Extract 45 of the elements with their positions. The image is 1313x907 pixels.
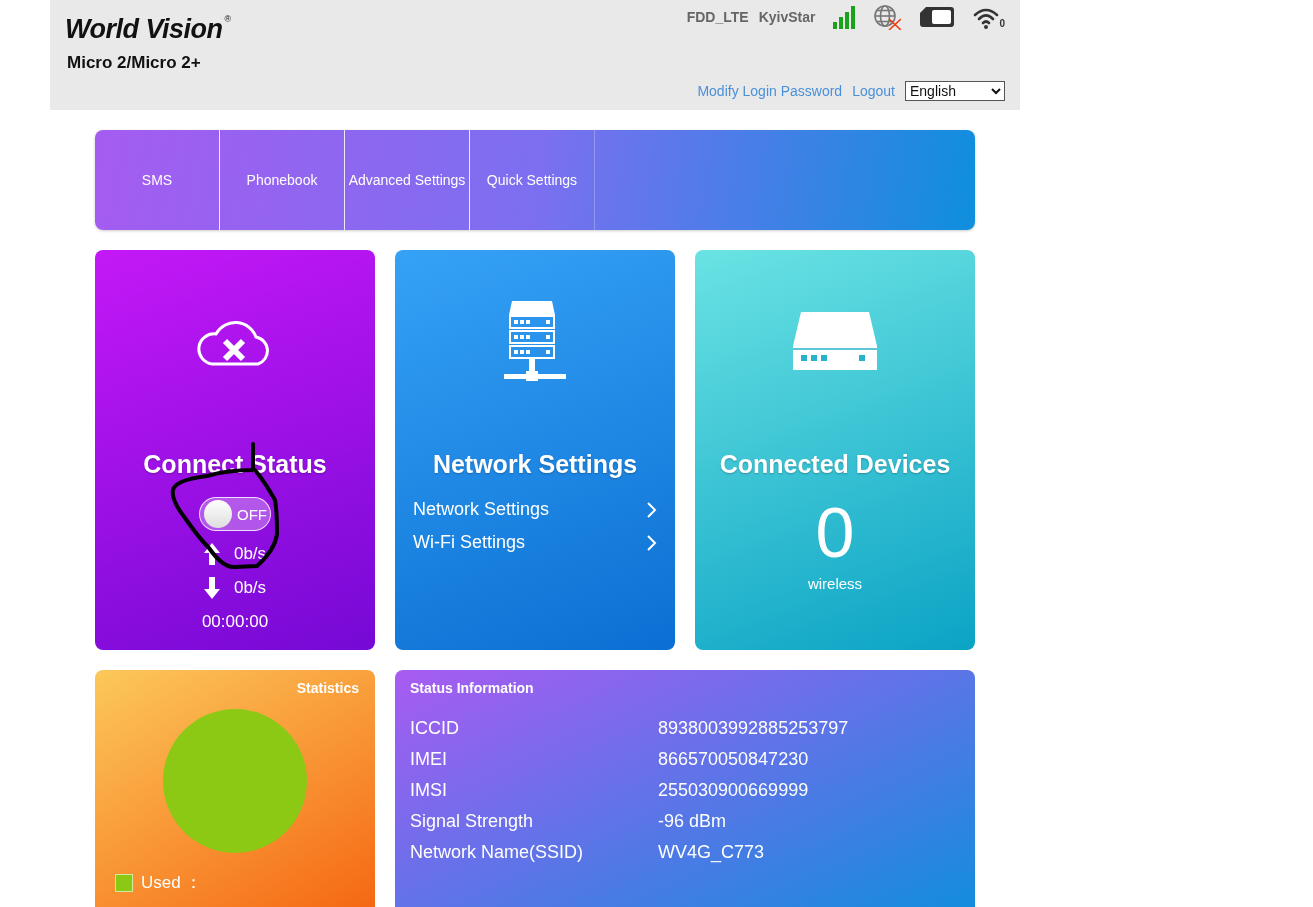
brand-logo: World Vision — [65, 14, 223, 45]
info-label: IMSI — [410, 780, 448, 801]
nav-tab[interactable]: Advanced Settings — [345, 130, 470, 230]
sim-card-icon — [919, 6, 956, 28]
device-count: 0 — [815, 493, 855, 573]
signal-icon — [833, 5, 856, 29]
legend-label: Used ： — [141, 872, 203, 894]
operator-name: KyivStar — [758, 9, 816, 25]
upload-arrow-icon — [203, 543, 220, 565]
registered-mark: ® — [224, 14, 232, 24]
card-title: Statistics — [295, 679, 360, 696]
device-type-label: wireless — [807, 575, 863, 592]
download-rate: 0b/s — [233, 578, 267, 598]
connection-duration: 00:00:00 — [201, 612, 269, 632]
nav-tab[interactable]: Quick Settings — [470, 130, 595, 230]
card-title: Connected Devices — [719, 450, 951, 479]
wifi-client-count: 0 — [999, 17, 1005, 29]
globe-disconnected-icon — [873, 4, 902, 30]
settings-link[interactable]: Wi-Fi Settings — [413, 532, 657, 553]
router-icon — [793, 312, 877, 370]
info-value: -96 dBm — [658, 811, 727, 832]
chevron-right-icon — [646, 500, 657, 519]
download-arrow-icon — [203, 577, 220, 599]
info-label: Network Name(SSID) — [410, 842, 585, 863]
info-label: Signal Strength — [410, 811, 535, 832]
card-title: Status Information — [409, 679, 535, 696]
nav-tab[interactable]: SMS — [95, 130, 220, 230]
info-value: 866570050847230 — [658, 749, 809, 770]
info-value: 8938003992885253797 — [658, 718, 849, 739]
info-value: 255030900669999 — [658, 780, 809, 801]
header-link[interactable]: Modify Login Password — [697, 83, 843, 99]
model-name: Micro 2/Micro 2+ — [67, 53, 202, 73]
upload-rate: 0b/s — [233, 544, 267, 564]
settings-link[interactable]: Network Settings — [413, 499, 657, 520]
info-value: WV4G_C773 — [658, 842, 765, 863]
card-title: Network Settings — [432, 450, 638, 479]
chevron-right-icon — [646, 533, 657, 552]
connection-toggle[interactable]: OFF — [199, 497, 271, 531]
info-label: ICCID — [410, 718, 460, 739]
header-link[interactable]: Logout — [852, 83, 895, 99]
server-icon — [504, 301, 566, 381]
language-select[interactable]: English — [905, 81, 1005, 101]
nav-tab[interactable]: Phonebook — [220, 130, 345, 230]
info-label: IMEI — [410, 749, 448, 770]
network-type: FDD_LTE — [686, 9, 749, 25]
